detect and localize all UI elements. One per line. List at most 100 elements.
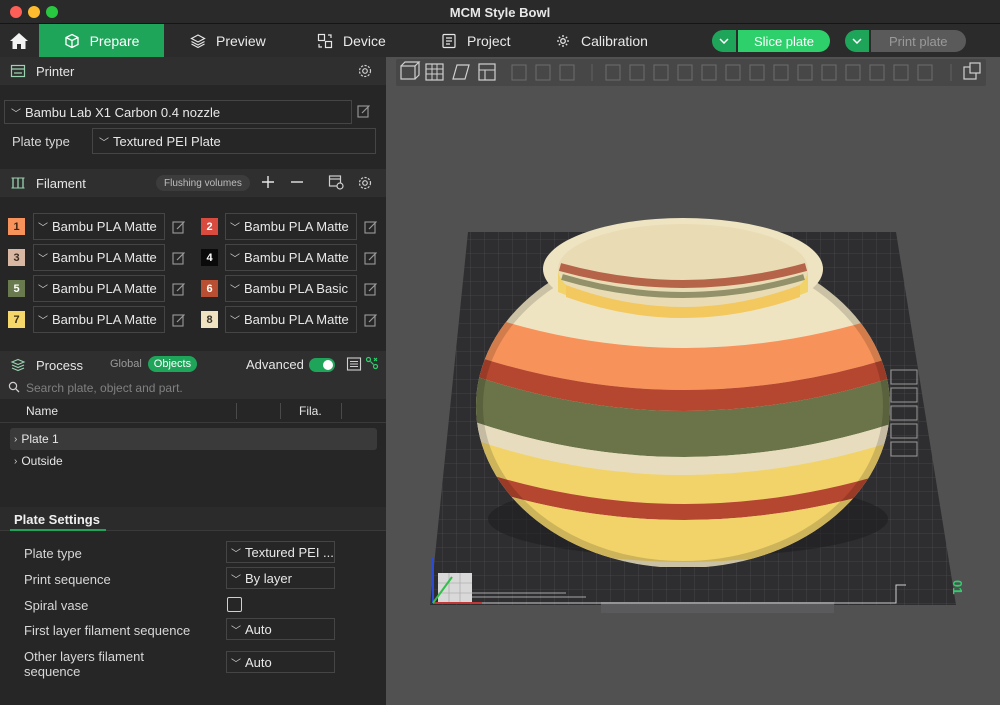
bowl-interior [558,224,808,318]
ps-spiral-vase-label: Spiral vase [24,598,89,613]
ps-other-layers-select[interactable]: ﹀ Auto [226,651,335,673]
chevron-down-icon: ﹀ [38,254,48,265]
tab-device[interactable]: Device [317,24,386,57]
filament-slot-4-badge[interactable]: 4 [201,249,218,266]
home-icon [10,32,28,49]
filament-slot-3-select[interactable]: ﹀ Bambu PLA Matte [33,244,165,271]
filament-slot-1-select[interactable]: ﹀ Bambu PLA Matte [33,213,165,240]
object-search-bar[interactable]: Search plate, object and part. [0,377,386,399]
filament-slot-5-select[interactable]: ﹀ Bambu PLA Matte [33,275,165,302]
edit-printer-icon[interactable] [357,104,371,118]
ps-print-sequence-select[interactable]: ﹀ By layer [226,567,335,589]
process-compare-icon[interactable] [365,356,379,375]
filament-settings-gear-icon[interactable] [357,175,373,196]
printer-section-title: Printer [36,63,75,79]
printer-select[interactable]: ﹀ Bambu Lab X1 Carbon 0.4 nozzle [4,100,352,124]
process-icon [10,357,26,373]
filament-slot-8-badge[interactable]: 8 [201,311,218,328]
filament-slot-6-name: Bambu PLA Basic [244,281,349,296]
filament-slot-2-badge[interactable]: 2 [201,218,218,235]
tree-item-plate-1[interactable]: › Plate 1 [10,428,377,450]
ps-plate-type-label: Plate type [24,546,82,561]
spiral-vase-checkbox[interactable] [227,597,242,612]
filament-slot-7-select[interactable]: ﹀ Bambu PLA Matte [33,306,165,333]
layers-icon [190,33,206,49]
cube-icon [64,33,80,49]
filament-slot-2-select[interactable]: ﹀ Bambu PLA Matte [225,213,357,240]
edit-filament-7-icon[interactable] [172,313,186,327]
filament-slot-6-select[interactable]: ﹀ Bambu PLA Basic [225,275,357,302]
process-section-title: Process [36,357,83,373]
edit-filament-8-icon[interactable] [364,313,378,327]
chevron-down-icon: ﹀ [230,254,240,265]
tab-calibration-label: Calibration [581,32,648,49]
3d-viewport[interactable]: 01 [386,57,1000,705]
plate-settings-title: Plate Settings [14,512,100,527]
chevron-down-icon [719,38,729,44]
advanced-label: Advanced [246,357,304,372]
edit-filament-5-icon[interactable] [172,282,186,296]
filament-slot-6-badge[interactable]: 6 [201,280,218,297]
main-toolbar: Prepare Preview Device Project Calibrati… [0,24,1000,57]
plate-settings-underline [10,529,106,531]
filament-icon [10,175,26,191]
edit-filament-3-icon[interactable] [172,251,186,265]
slice-plate-button[interactable]: Slice plate [738,30,830,52]
object-list-header: Name Fila. [0,399,386,423]
ps-plate-type-select[interactable]: ﹀ Textured PEI ... [226,541,335,563]
tab-calibration[interactable]: Calibration [555,24,648,57]
edit-filament-1-icon[interactable] [172,220,186,234]
printer-select-value: Bambu Lab X1 Carbon 0.4 nozzle [25,104,221,120]
tab-device-label: Device [343,32,386,49]
window-title: MCM Style Bowl [449,5,551,20]
ps-other-layers-label: Other layers filament sequence [24,649,144,679]
column-name-header[interactable]: Name [26,404,58,418]
filament-slot-1-badge[interactable]: 1 [8,218,25,235]
device-icon [317,33,333,49]
filament-slot-8-select[interactable]: ﹀ Bambu PLA Matte [225,306,357,333]
ps-first-layer-select[interactable]: ﹀ Auto [226,618,335,640]
object-search-input[interactable]: Search plate, object and part. [26,381,183,395]
filament-slot-7-badge[interactable]: 7 [8,311,25,328]
home-button[interactable] [0,24,38,57]
plate-type-select[interactable]: ﹀ Textured PEI Plate [92,128,376,154]
edit-filament-4-icon[interactable] [364,251,378,265]
filament-slot-3-name: Bambu PLA Matte [52,250,157,265]
slice-dropdown-button[interactable] [712,30,736,52]
tab-preview-label: Preview [216,32,266,49]
printer-icon [10,63,26,79]
filament-sync-icon[interactable] [328,174,344,195]
process-list-icon[interactable] [346,356,362,377]
chevron-down-icon: ﹀ [231,548,241,560]
process-objects-button[interactable]: Objects [147,356,198,372]
tab-prepare[interactable]: Prepare [39,24,164,57]
slice-group: Slice plate [712,30,830,52]
plate-settings-header[interactable]: Plate Settings [0,507,386,531]
print-plate-button[interactable]: Print plate [871,30,966,52]
tab-preview[interactable]: Preview [190,24,266,57]
filament-slot-4-select[interactable]: ﹀ Bambu PLA Matte [225,244,357,271]
chevron-right-icon: › [14,455,18,467]
column-filament-header[interactable]: Fila. [299,404,322,418]
search-icon [8,381,20,396]
process-global-button[interactable]: Global [104,358,148,370]
chevron-down-icon: ﹀ [231,574,241,586]
ps-print-sequence-label: Print sequence [24,572,111,587]
print-dropdown-button[interactable] [845,30,869,52]
chevron-down-icon: ﹀ [231,658,241,670]
printer-section-header[interactable]: Printer [0,57,386,85]
filament-slot-7-name: Bambu PLA Matte [52,312,157,327]
column-divider [236,403,237,419]
filament-slot-5-badge[interactable]: 5 [8,280,25,297]
remove-filament-icon[interactable] [290,175,304,194]
advanced-toggle[interactable] [309,358,335,372]
printer-settings-gear-icon[interactable] [357,63,373,84]
tree-item-outside[interactable]: › Outside [10,450,63,472]
flushing-volumes-button[interactable]: Flushing volumes [156,175,250,191]
tab-project[interactable]: Project [441,24,511,57]
filament-slot-3-badge[interactable]: 3 [8,249,25,266]
tree-item-label: Outside [21,454,63,468]
add-filament-icon[interactable] [261,175,275,194]
edit-filament-6-icon[interactable] [364,282,378,296]
edit-filament-2-icon[interactable] [364,220,378,234]
